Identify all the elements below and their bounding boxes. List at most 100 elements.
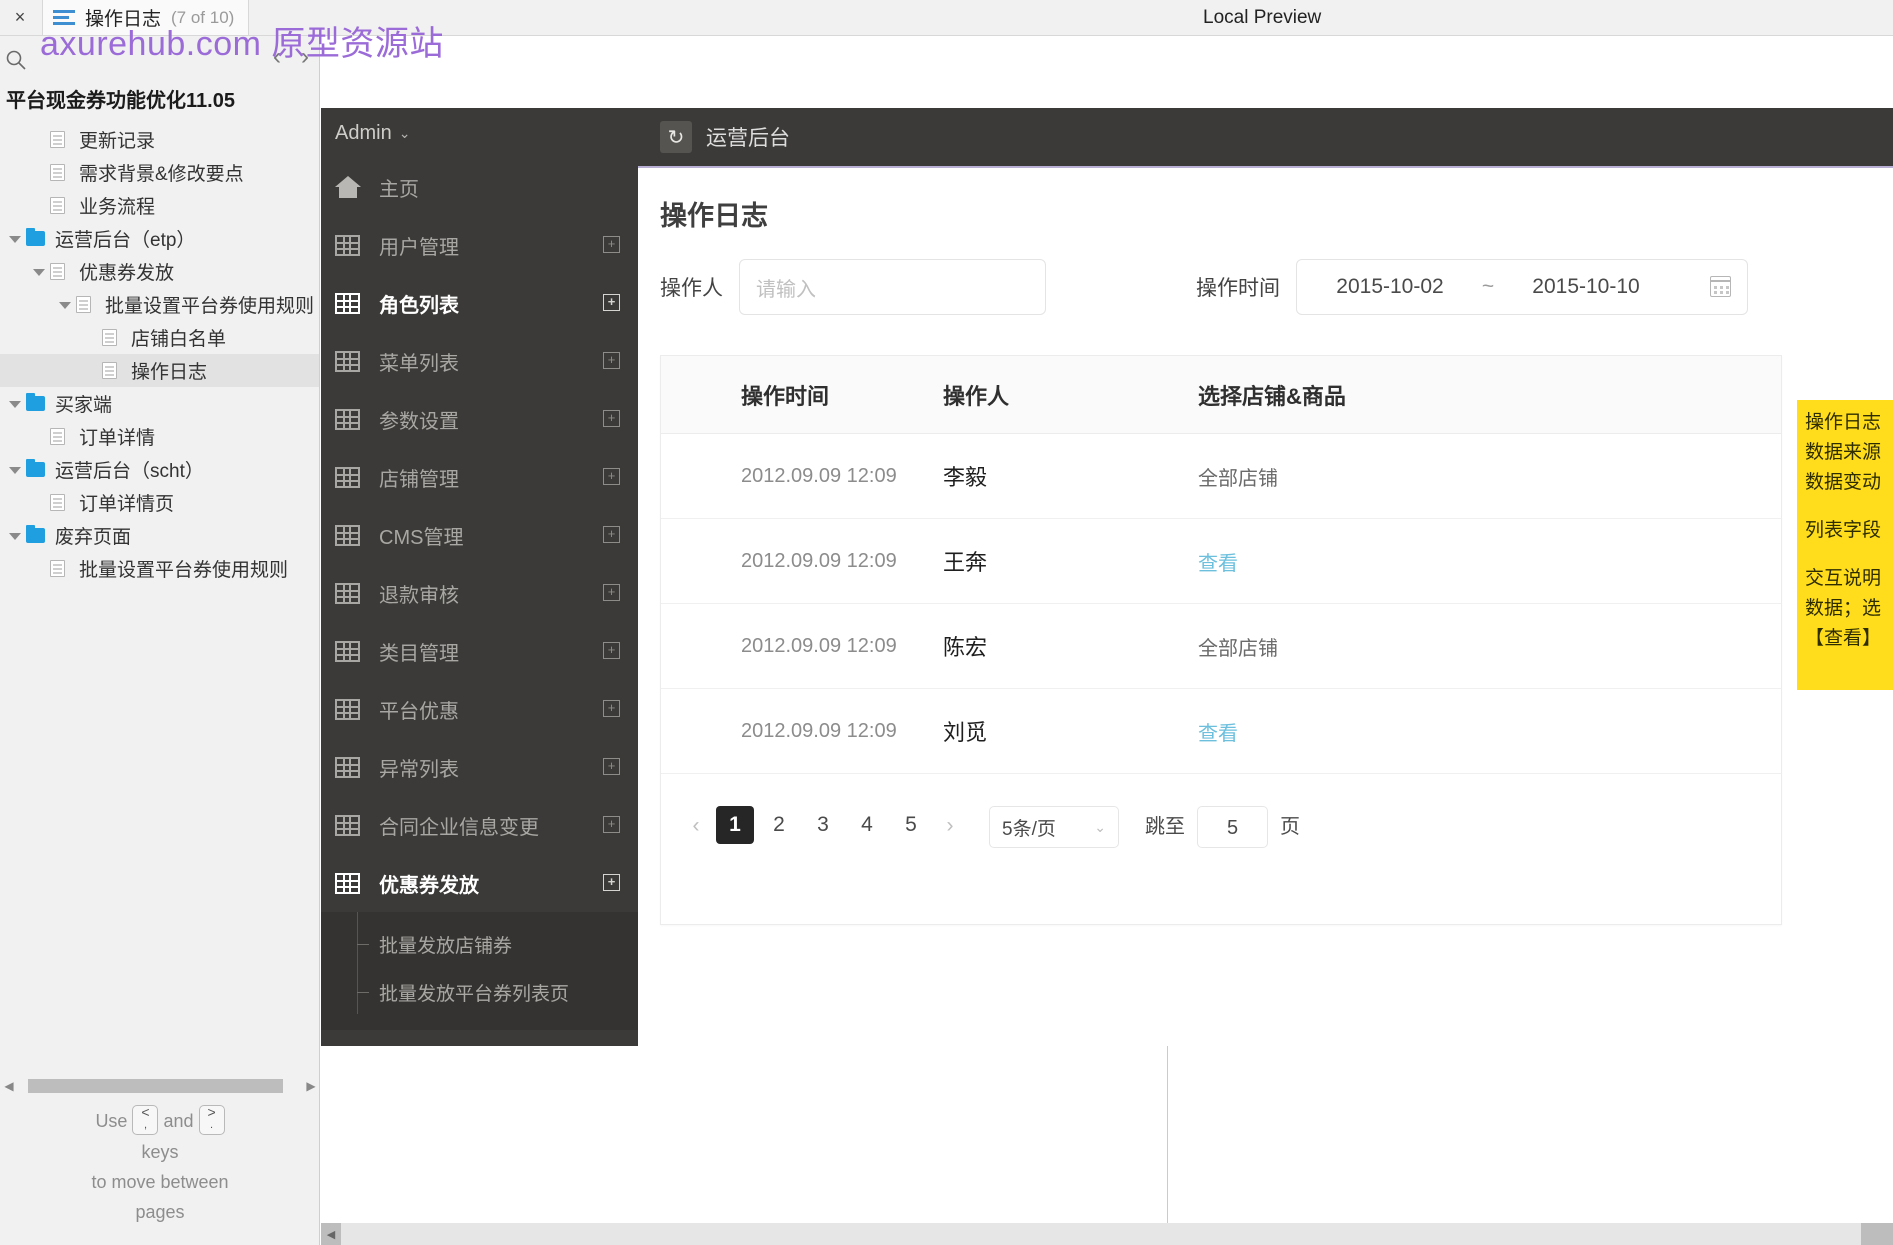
scroll-thumb[interactable] (28, 1079, 283, 1093)
expand-caret-icon[interactable] (6, 527, 24, 545)
admin-subnav-item-label: 批量发放平台券列表页 (379, 983, 570, 1005)
admin-nav-item-label: 用户管理 (379, 236, 459, 259)
tree-item[interactable]: 运营后台（scht） (0, 453, 319, 486)
admin-subnav-item[interactable]: 批量发放店铺券 (321, 920, 638, 968)
pagination-next[interactable]: › (933, 806, 967, 846)
expand-caret-icon[interactable] (6, 395, 24, 413)
admin-nav-list: 主页 用户管理 + 角色列表 + 菜单列表 + 参数设置 + 店铺管理 + CMS管理 + 退款审核 + 类目… (321, 158, 638, 912)
tree-item[interactable]: 更新记录 (0, 123, 319, 156)
page-icon (50, 494, 72, 511)
tree-item[interactable]: 批量设置平台券使用规则 (0, 552, 319, 585)
expand-plus-icon[interactable]: + (603, 874, 620, 891)
tree-item[interactable]: 订单详情 (0, 420, 319, 453)
scroll-left-arrow[interactable]: ◀ (0, 1079, 18, 1093)
pagination-page[interactable]: 5 (892, 806, 930, 844)
pagination-page[interactable]: 3 (804, 806, 842, 844)
page-icon (76, 296, 98, 313)
hint-and: and (163, 1110, 194, 1131)
tree-item[interactable]: 废弃页面 (0, 519, 319, 552)
browser-tab-bar: × 操作日志 (7 of 10) Local Preview (0, 0, 1893, 36)
close-tab-button[interactable]: × (6, 2, 34, 32)
calendar-icon[interactable] (1709, 276, 1731, 297)
admin-brand[interactable]: Admin ⌄ (321, 108, 638, 158)
tree-item[interactable]: 订单详情页 (0, 486, 319, 519)
scroll-right-arrow[interactable]: ▶ (302, 1079, 320, 1093)
expand-plus-icon[interactable]: + (603, 526, 620, 543)
expand-plus-icon[interactable]: + (603, 236, 620, 253)
tree-item[interactable]: 需求背景&修改要点 (0, 156, 319, 189)
admin-nav-item[interactable]: 合同企业信息变更 + (321, 796, 638, 854)
pagination-page[interactable]: 2 (760, 806, 798, 844)
tree-item-label: 批量设置平台券使用规则 (79, 560, 289, 581)
tree-item[interactable]: 操作日志 (0, 354, 319, 387)
admin-nav-item[interactable]: 优惠券发放 + (321, 854, 638, 912)
admin-nav-item[interactable]: 异常列表 + (321, 738, 638, 796)
canvas-horizontal-scrollbar[interactable]: ◀ (321, 1223, 1893, 1245)
tree-item[interactable]: 批量设置平台券使用规则 (0, 288, 319, 321)
expand-caret-icon[interactable] (6, 230, 24, 248)
expand-plus-icon[interactable]: + (603, 584, 620, 601)
tree-item[interactable]: 优惠券发放 (0, 255, 319, 288)
canvas-scroll-left-arrow[interactable]: ◀ (321, 1228, 341, 1241)
jump-unit-label: 页 (1280, 816, 1300, 838)
admin-nav-item[interactable]: 角色列表 + (321, 274, 638, 332)
cell-time: 2012.09.09 12:09 (741, 549, 897, 572)
admin-nav-item[interactable]: 退款审核 + (321, 564, 638, 622)
search-icon[interactable] (4, 48, 28, 72)
tree-item-label: 更新记录 (79, 131, 156, 152)
admin-subnav-item[interactable]: 批量发放平台券列表页 (321, 968, 638, 1016)
date-range-picker[interactable]: 2015-10-02 ~ 2015-10-10 (1296, 259, 1748, 315)
operator-input[interactable]: 请输入 (739, 259, 1046, 315)
pagination-page[interactable]: 1 (716, 806, 754, 844)
pages-toolbar: ‹ › (0, 36, 319, 80)
date-end-value[interactable]: 2015-10-10 (1511, 275, 1661, 299)
pagination-page[interactable]: 4 (848, 806, 886, 844)
expand-plus-icon[interactable]: + (603, 642, 620, 659)
cell-time: 2012.09.09 12:09 (741, 634, 897, 657)
expand-plus-icon[interactable]: + (603, 468, 620, 485)
expand-plus-icon[interactable]: + (603, 816, 620, 833)
admin-nav-item[interactable]: 店铺管理 + (321, 448, 638, 506)
expand-plus-icon[interactable]: + (603, 294, 620, 311)
page-icon (50, 263, 72, 280)
refresh-icon[interactable]: ↻ (660, 121, 692, 153)
sticky-note-line: 【查看】 (1805, 628, 1882, 649)
tree-item[interactable]: 运营后台（etp） (0, 222, 319, 255)
expand-plus-icon[interactable]: + (603, 352, 620, 369)
cell-time: 2012.09.09 12:09 (741, 719, 897, 742)
sticky-note-line: 数据；选 (1805, 598, 1882, 619)
expand-caret-icon[interactable] (6, 461, 24, 479)
admin-nav-item[interactable]: 菜单列表 + (321, 332, 638, 390)
expand-caret-icon[interactable] (30, 263, 48, 281)
hint-line3: pages (135, 1202, 185, 1222)
admin-nav-item[interactable]: 平台优惠 + (321, 680, 638, 738)
date-start-value[interactable]: 2015-10-02 (1315, 275, 1465, 299)
grid-icon (335, 408, 365, 430)
expand-caret-icon[interactable] (56, 296, 74, 314)
canvas-scroll-thumb[interactable] (341, 1223, 1861, 1245)
tree-item[interactable]: 买家端 (0, 387, 319, 420)
menu-icon[interactable] (53, 9, 75, 27)
pagination-prev[interactable]: ‹ (679, 806, 713, 846)
expand-plus-icon[interactable]: + (603, 758, 620, 775)
active-tab[interactable]: 操作日志 (7 of 10) (42, 0, 250, 35)
page-size-select[interactable]: 5条/页 ⌄ (989, 806, 1119, 848)
expand-plus-icon[interactable]: + (603, 700, 620, 717)
prev-page-arrow[interactable]: ‹ (273, 44, 281, 70)
expand-plus-icon[interactable]: + (603, 410, 620, 427)
scroll-track[interactable] (18, 1079, 302, 1093)
admin-nav-item[interactable]: 主页 (321, 158, 638, 216)
view-link[interactable]: 查看 (1198, 717, 1781, 746)
admin-nav-item[interactable]: 参数设置 + (321, 390, 638, 448)
admin-nav-item[interactable]: 用户管理 + (321, 216, 638, 274)
pages-horizontal-scrollbar[interactable]: ◀ ▶ (0, 1076, 320, 1096)
next-page-arrow[interactable]: › (301, 44, 309, 70)
jump-page-input[interactable]: 5 (1197, 806, 1268, 848)
tree-item[interactable]: 业务流程 (0, 189, 319, 222)
grid-icon (335, 582, 365, 604)
admin-nav-item[interactable]: 类目管理 + (321, 622, 638, 680)
view-link[interactable]: 查看 (1198, 547, 1781, 576)
admin-nav-item[interactable]: CMS管理 + (321, 506, 638, 564)
folder-icon (26, 525, 48, 543)
tree-item[interactable]: 店铺白名单 (0, 321, 319, 354)
